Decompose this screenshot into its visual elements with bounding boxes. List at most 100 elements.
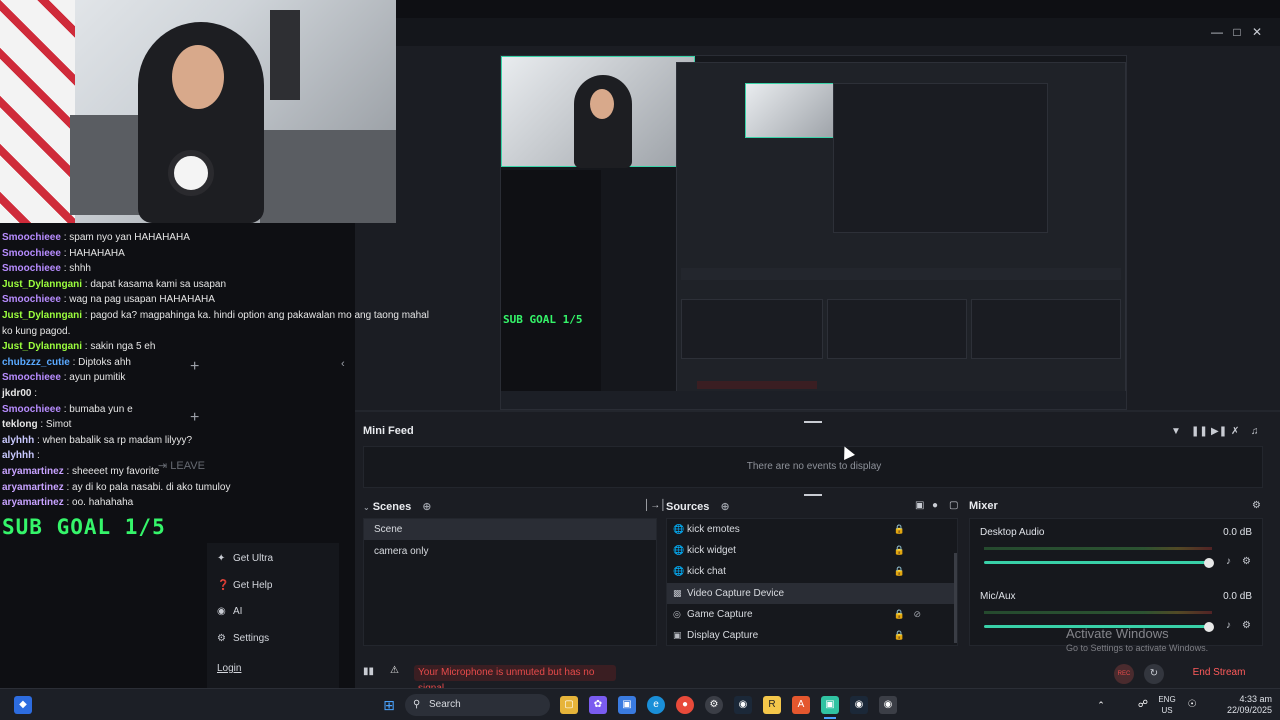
volume-slider-knob[interactable] [1204, 622, 1214, 632]
nav-get-help[interactable]: ❓ Get Help [217, 580, 272, 591]
mic-warning[interactable]: Your Microphone is unmuted but has no si… [414, 665, 616, 694]
replay-buffer-icon[interactable]: ↻ [1144, 664, 1164, 684]
scene-item[interactable]: Scene [364, 519, 656, 540]
chat-username[interactable]: jkdr00 [2, 388, 31, 399]
skip-icon[interactable]: ▶❚ [1211, 426, 1227, 437]
source-item[interactable]: 🌐 kick emotes 🔒 [667, 519, 955, 540]
resize-handle[interactable] [804, 421, 822, 423]
add-source-icon[interactable]: ⊕ [720, 501, 729, 513]
streamlabs-icon[interactable]: ▣ [821, 696, 839, 714]
game-app-icon[interactable]: ◉ [879, 696, 897, 714]
warning-icon[interactable]: ⚠ [390, 665, 399, 676]
sources-scrollbar[interactable] [954, 553, 957, 643]
scene-transition-icon[interactable]: │→│ [644, 500, 667, 511]
nav-get-ultra[interactable]: ✦ Get Ultra [217, 553, 273, 564]
minifeed-empty-text: There are no events to display [746, 461, 882, 472]
clock[interactable]: 4:33 am 22/09/2025 [1210, 694, 1272, 716]
chat-username[interactable]: chubzzz_cutie [2, 357, 70, 368]
lock-icon[interactable]: 🔒 [894, 604, 905, 625]
network-icon[interactable]: ☉ [1183, 696, 1201, 714]
steam-icon[interactable]: ◉ [734, 696, 752, 714]
leave-button[interactable]: ⇥ LEAVE [158, 459, 205, 472]
filter-icon[interactable]: ▼ [1171, 426, 1181, 437]
chat-username[interactable]: Smoochieee [2, 404, 61, 415]
end-stream-button[interactable]: End Stream [1175, 664, 1263, 682]
lock-icon[interactable]: 🔒 [894, 540, 905, 561]
add-scene-icon[interactable]: ⊕ [422, 501, 431, 513]
monitor-icon: ▣ [673, 630, 682, 640]
eye-icon: ◉ [217, 606, 226, 617]
tray-chevron-icon[interactable]: ⌃ [1092, 696, 1110, 714]
lock-icon[interactable]: 🔒 [894, 519, 905, 540]
roblox-icon[interactable]: R [763, 696, 781, 714]
lock-icon[interactable]: 🔒 [894, 625, 905, 646]
app-a-icon[interactable]: A [792, 696, 810, 714]
chat-username[interactable]: alyhhh [2, 450, 34, 461]
mute-alerts-icon[interactable]: ✗ [1231, 426, 1239, 437]
nav-settings[interactable]: ⚙ Settings [217, 633, 269, 644]
source-item[interactable]: 🌐 kick chat 🔒 [667, 561, 955, 582]
pause-icon[interactable]: ❚❚ [1191, 426, 1208, 437]
chat-username[interactable]: teklong [2, 419, 38, 430]
source-filter-icon[interactable]: ● [932, 500, 938, 511]
settings-app-icon[interactable]: ⚙ [705, 696, 723, 714]
volume-icon[interactable]: ♫ [1251, 426, 1259, 437]
stats-icon[interactable]: ▮▮ [363, 666, 374, 677]
chat-username[interactable]: aryamartinez [2, 497, 64, 508]
language-indicator[interactable]: ENG US [1155, 694, 1179, 716]
source-item[interactable]: ▣ Display Capture 🔒 [667, 625, 955, 646]
login-link[interactable]: Login [217, 663, 241, 674]
speaker-icon[interactable]: ♪ [1226, 556, 1231, 567]
chat-username[interactable]: Smoochieee [2, 294, 61, 305]
preview-camera-source[interactable] [501, 56, 695, 168]
resize-handle-2[interactable] [804, 494, 822, 496]
volume-slider[interactable] [984, 561, 1212, 564]
chat-username[interactable]: Just_Dylanngani [2, 341, 82, 352]
chat-message: Just_Dylanngani : sakin nga 5 eh [2, 339, 402, 355]
lock-icon[interactable]: 🔒 [894, 561, 905, 582]
plus-icon[interactable]: + [190, 409, 199, 427]
channel-gear-icon[interactable]: ⚙ [1242, 556, 1251, 567]
nav-ai[interactable]: ◉ AI [217, 606, 242, 617]
source-item[interactable]: ▩ Video Capture Device [667, 583, 955, 604]
chat-username[interactable]: Smoochieee [2, 232, 61, 243]
taskbar-search[interactable]: ⚲ Search [405, 694, 550, 716]
source-folder-icon[interactable]: ▢ [949, 500, 958, 511]
notification-app-icon[interactable]: ◆ [14, 696, 32, 714]
source-item[interactable]: ◎ Game Capture 🔒 ⊘ [667, 604, 955, 625]
source-label: kick emotes [687, 524, 740, 535]
volume-slider-knob[interactable] [1204, 558, 1214, 568]
file-explorer-icon[interactable]: ▢ [560, 696, 578, 714]
steam-icon-2[interactable]: ◉ [850, 696, 868, 714]
stream-preview[interactable]: SUB GOAL 1/5 [500, 55, 1127, 410]
channel-gear-icon[interactable]: ⚙ [1242, 620, 1251, 631]
chat-username[interactable]: Just_Dylanngani [2, 279, 82, 290]
chat-username[interactable]: Just_Dylanngani [2, 310, 82, 321]
source-item[interactable]: 🌐 kick widget 🔒 [667, 540, 955, 561]
edge-icon[interactable]: e [647, 696, 665, 714]
copilot-icon[interactable]: ✿ [589, 696, 607, 714]
mic-tray-icon[interactable]: ☍ [1134, 696, 1152, 714]
mixer-settings-icon[interactable]: ⚙ [1252, 500, 1261, 511]
couch-right [260, 130, 396, 223]
chat-username[interactable]: alyhhh [2, 435, 34, 446]
source-group-icon[interactable]: ▣ [915, 500, 924, 511]
hidden-eye-icon[interactable]: ⊘ [913, 604, 921, 625]
speaker-icon[interactable]: ♪ [1226, 620, 1231, 631]
chrome-icon[interactable]: ● [676, 696, 694, 714]
close-icon[interactable]: ✕ [1248, 24, 1266, 40]
chat-username[interactable]: aryamartinez [2, 482, 64, 493]
minimize-icon[interactable]: — [1208, 24, 1226, 40]
source-label: Display Capture [687, 630, 759, 641]
chat-username[interactable]: Smoochieee [2, 372, 61, 383]
maximize-icon[interactable]: □ [1228, 24, 1246, 40]
scene-item[interactable]: camera only [364, 541, 656, 562]
chat-username[interactable]: Smoochieee [2, 248, 61, 259]
plus-icon[interactable]: + [190, 358, 199, 376]
chat-username[interactable]: aryamartinez [2, 466, 64, 477]
chat-username[interactable]: Smoochieee [2, 263, 61, 274]
record-button[interactable]: REC [1114, 664, 1134, 684]
windows-start-icon[interactable]: ⊞ [380, 696, 398, 714]
store-icon[interactable]: ▣ [618, 696, 636, 714]
nav-label: Get Help [233, 580, 273, 591]
